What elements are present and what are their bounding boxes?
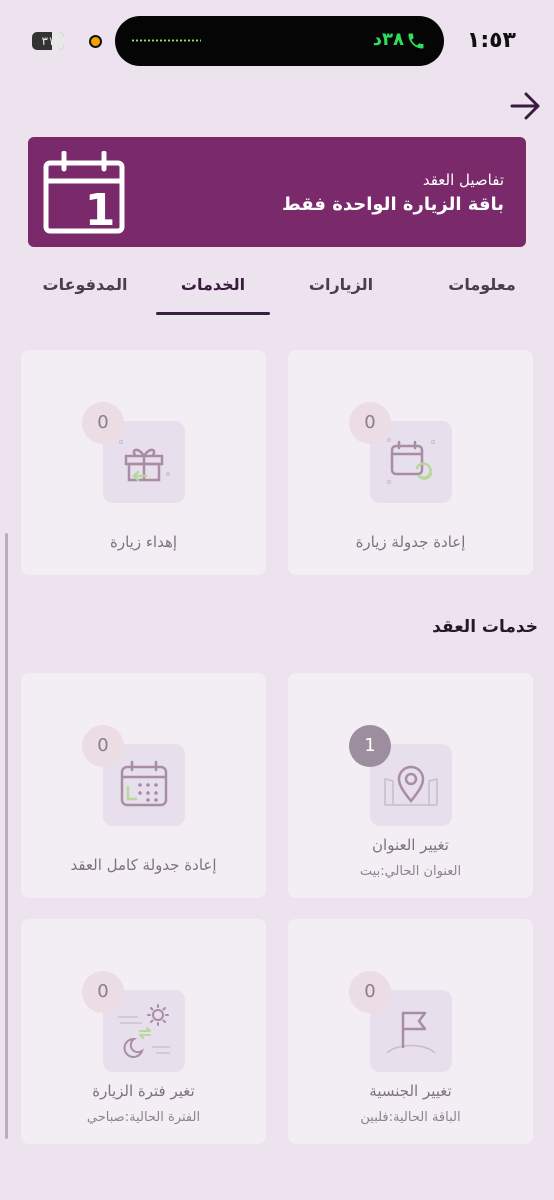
count-badge: 1 (349, 725, 391, 767)
calendar-refresh-icon (387, 438, 435, 484)
change-nationality-card[interactable]: 0 تغيير الجنسية الباقة الحالية:فلبين (288, 919, 533, 1144)
gift-icon (119, 440, 170, 482)
clock: ١:٥٣ (466, 28, 516, 53)
change-address-card[interactable]: 1 تغيير العنوان العنوان الحالي:بيت (288, 673, 533, 898)
count-badge: 0 (349, 402, 391, 444)
day-night-icon (118, 1004, 170, 1058)
tab-bar: معلومات الزيارات الخدمات المدفوعات (0, 262, 554, 320)
service-label: إهداء زيارة (109, 533, 178, 551)
scrollbar[interactable] (5, 533, 8, 1139)
service-label: إعادة جدولة كامل العقد (70, 856, 217, 874)
location-pin-icon (384, 765, 438, 806)
contract-caption: تفاصيل العقد (422, 171, 504, 189)
reschedule-contract-card[interactable]: 0 إعادة جدولة كامل العقد (21, 673, 266, 898)
battery-indicator: ٣١ (32, 32, 64, 50)
contract-summary-card: 1 تفاصيل العقد باقة الزيارة الواحدة فقط (28, 137, 526, 247)
service-current-value: الفترة الحالية:صباحي (86, 1110, 201, 1125)
audio-wave (131, 39, 201, 42)
tab-info[interactable]: معلومات (424, 275, 540, 294)
service-label: تغيير الجنسية (369, 1082, 452, 1100)
change-visit-period-card[interactable]: 0 تغير فترة الزيارة الفترة الحالية:صباحي (21, 919, 266, 1144)
tab-payments[interactable]: المدفوعات (27, 275, 143, 294)
phone-icon (408, 33, 424, 49)
contract-title: باقة الزيارة الواحدة فقط (281, 194, 504, 215)
service-label: إعادة جدولة زيارة (355, 533, 466, 551)
calendar-grid-icon (120, 760, 168, 807)
count-badge: 0 (349, 971, 391, 1013)
count-badge: 0 (82, 725, 124, 767)
contract-services-title: خدمات العقد (432, 617, 538, 637)
count-badge: 0 (82, 971, 124, 1013)
reschedule-visit-card[interactable]: 0 إعادة جدولة زيارة (288, 350, 533, 575)
tab-services[interactable]: الخدمات (155, 275, 271, 294)
recording-indicator (89, 35, 102, 48)
arrow-right-icon[interactable] (508, 88, 544, 124)
service-current-value: الباقة الحالية:فلبين (360, 1110, 461, 1125)
dynamic-island[interactable]: ٣٨د (115, 16, 444, 66)
gift-visit-card[interactable]: 0 إهداء زيارة (21, 350, 266, 575)
calendar-number: 1 (85, 185, 116, 235)
tab-visits[interactable]: الزيارات (283, 275, 399, 294)
service-label: تغيير العنوان (372, 836, 449, 854)
count-badge: 0 (82, 402, 124, 444)
call-timer: ٣٨د (372, 29, 404, 50)
flag-icon (386, 1011, 436, 1054)
service-label: تغير فترة الزيارة (92, 1082, 195, 1100)
calendar-icon: 1 (43, 151, 125, 235)
active-tab-indicator (156, 312, 270, 315)
service-current-value: العنوان الحالي:بيت (359, 864, 462, 879)
